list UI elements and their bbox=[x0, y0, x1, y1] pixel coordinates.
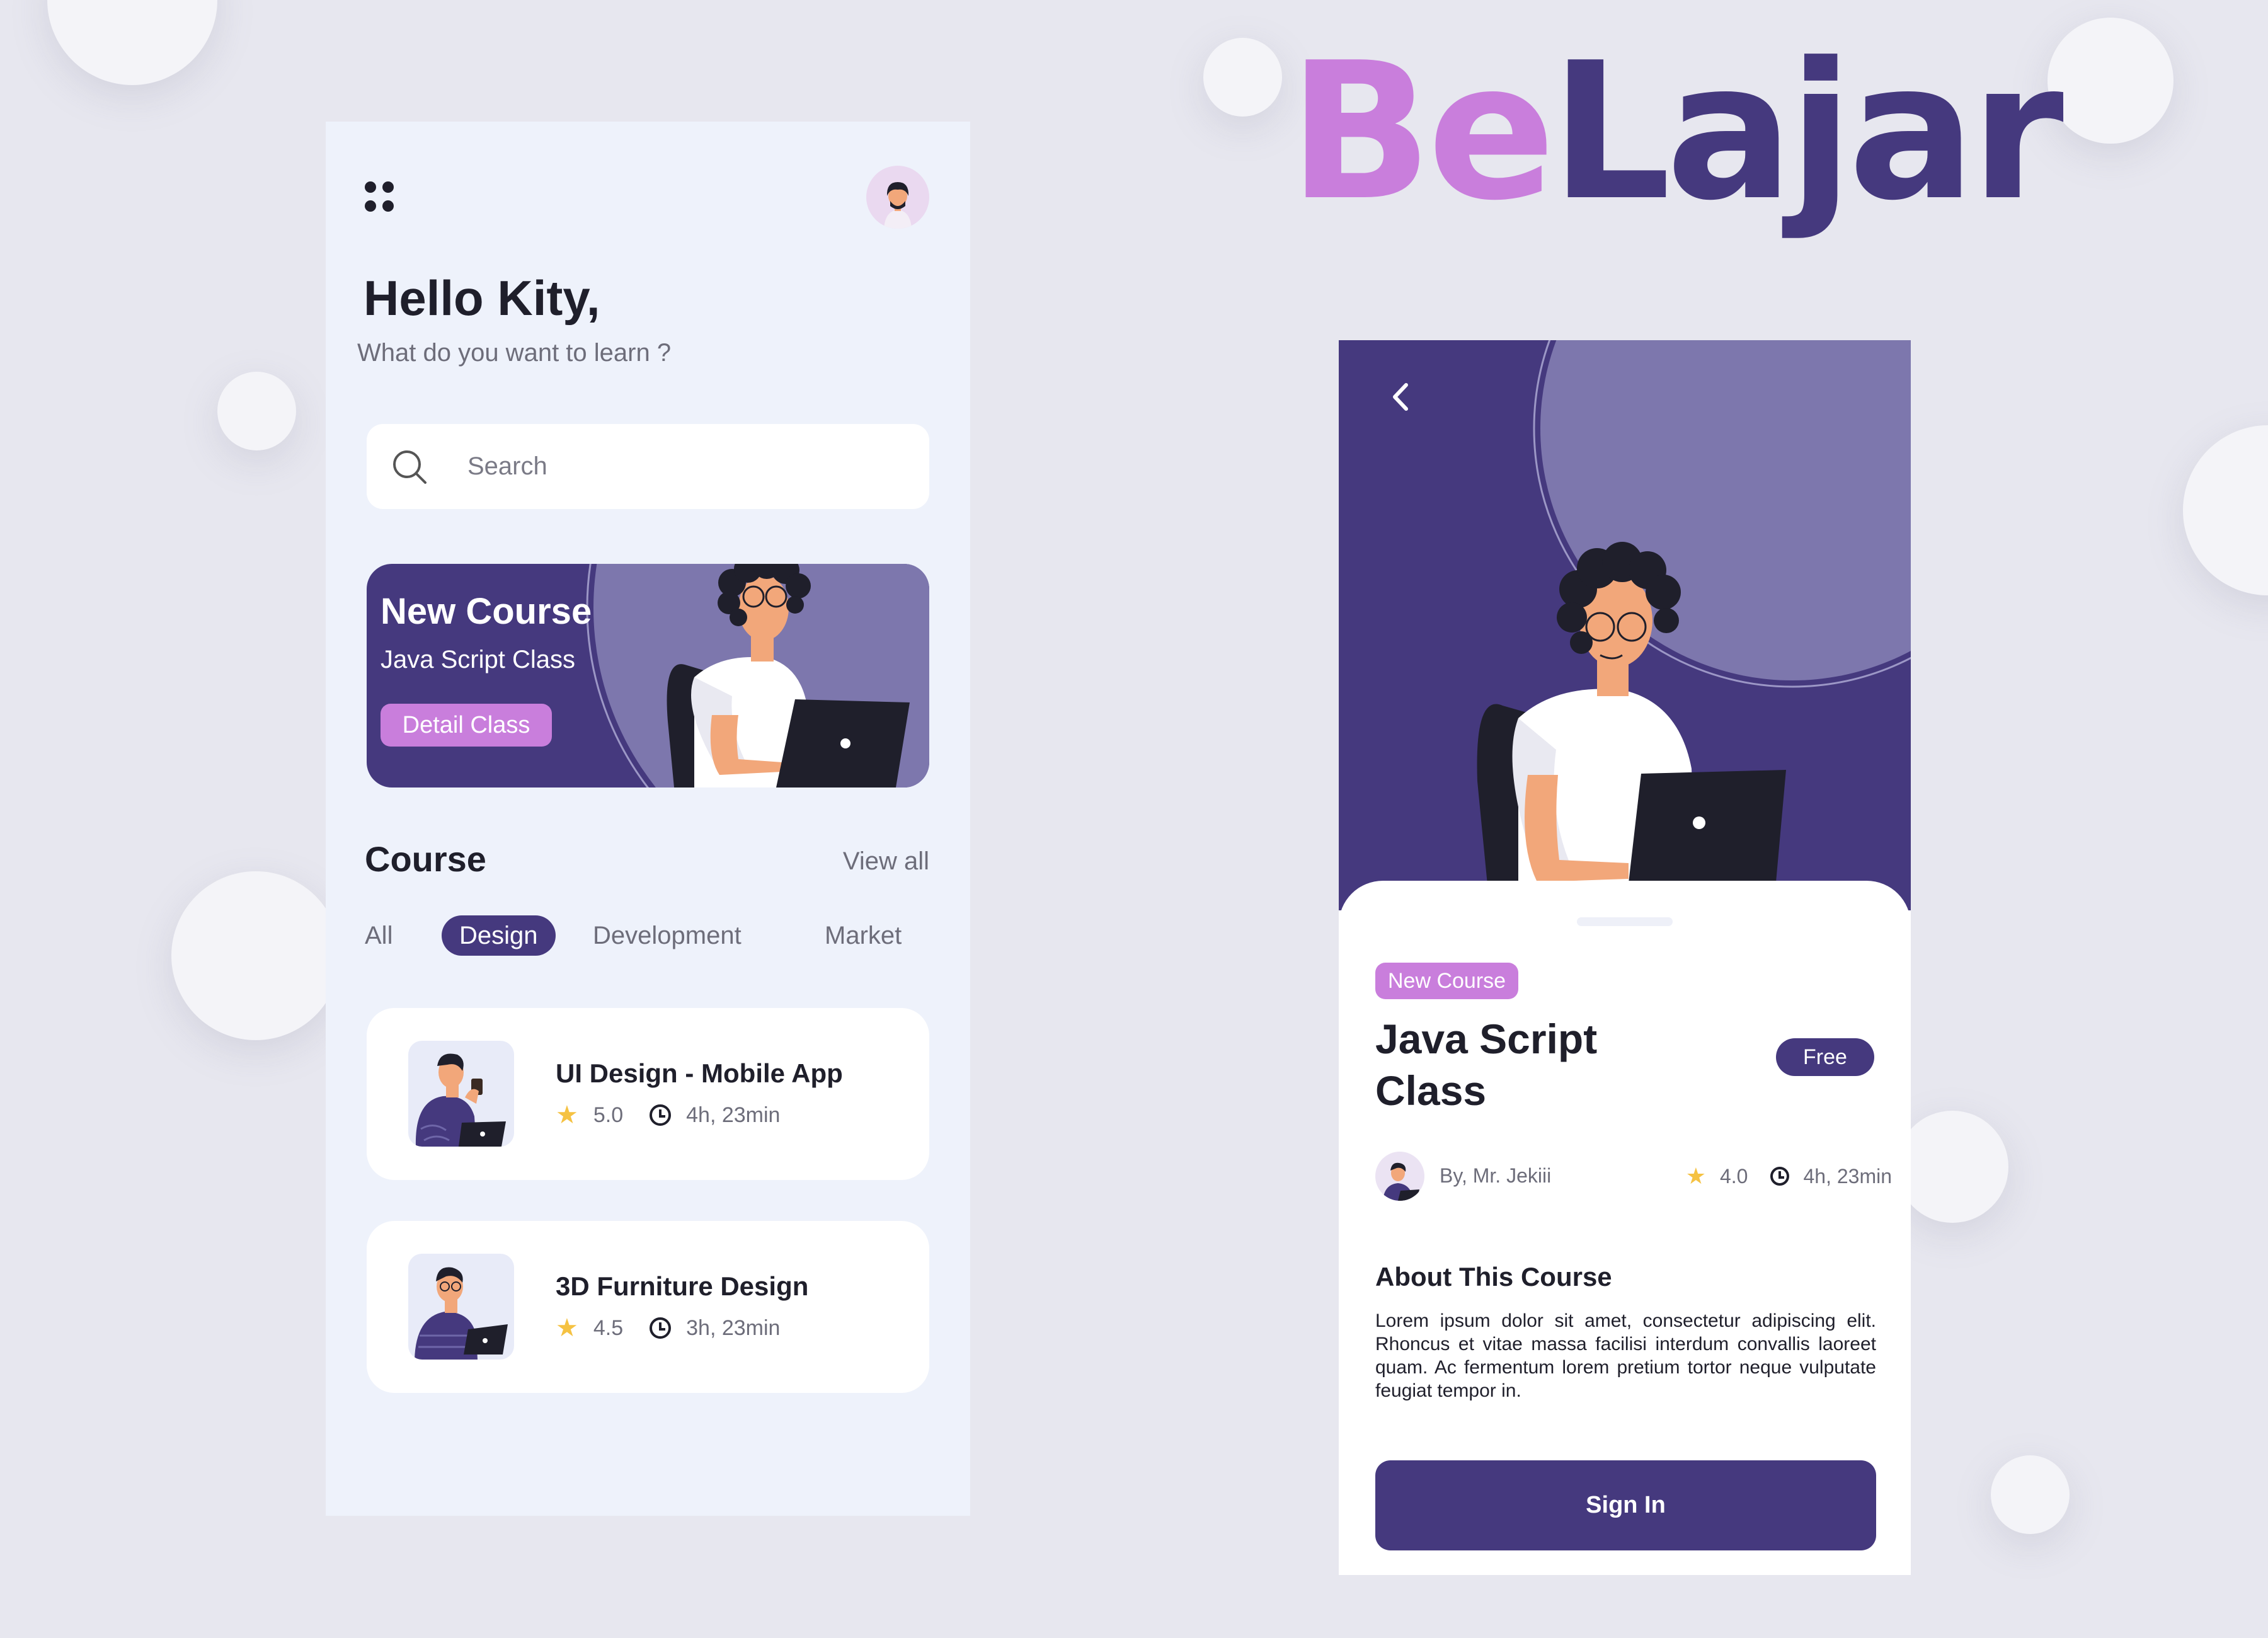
decorative-circle bbox=[2048, 18, 2174, 144]
decorative-circle bbox=[1991, 1455, 2070, 1534]
greeting-subtitle: What do you want to learn ? bbox=[357, 339, 672, 367]
new-course-banner[interactable]: New Course Java Script Class Detail Clas… bbox=[367, 564, 929, 788]
search-icon bbox=[393, 450, 427, 484]
about-course-text: Lorem ipsum dolor sit amet, consectetur … bbox=[1375, 1310, 1876, 1401]
about-course-title: About This Course bbox=[1375, 1262, 1612, 1292]
home-screen: Hello Kity, What do you want to learn ? bbox=[326, 122, 970, 1516]
decorative-circle bbox=[1896, 1111, 2008, 1223]
course-title: 3D Furniture Design bbox=[556, 1271, 809, 1301]
course-hero bbox=[1339, 340, 1911, 910]
greeting-title: Hello Kity, bbox=[364, 270, 600, 326]
tab-design[interactable]: Design bbox=[442, 915, 556, 956]
grid-dots-icon[interactable] bbox=[365, 181, 396, 213]
banner-subtitle: Java Script Class bbox=[381, 646, 575, 673]
course-rating: 4.5 bbox=[593, 1315, 624, 1340]
course-card[interactable]: UI Design - Mobile App ★ 5.0 4h, 23min bbox=[367, 1008, 929, 1180]
course-duration: 4h, 23min bbox=[686, 1102, 781, 1127]
course-thumbnail bbox=[408, 1254, 514, 1360]
course-title: Java Script Class bbox=[1375, 1016, 1598, 1114]
course-duration: 3h, 23min bbox=[686, 1315, 781, 1340]
star-icon: ★ bbox=[556, 1314, 578, 1342]
sign-in-button[interactable]: Sign In bbox=[1375, 1460, 1876, 1550]
decorative-circle bbox=[47, 0, 217, 85]
clock-icon bbox=[650, 1104, 672, 1126]
course-card[interactable]: 3D Furniture Design ★ 4.5 3h, 23min bbox=[367, 1221, 929, 1393]
course-meta: ★ 4.5 3h, 23min bbox=[556, 1314, 780, 1342]
course-detail-screen: New Course Java Script Class Free By, Mr… bbox=[1339, 340, 1911, 1575]
course-section-title: Course bbox=[365, 839, 486, 879]
decorative-circle bbox=[1203, 38, 1282, 117]
search-input[interactable] bbox=[467, 424, 896, 509]
course-rating: 4.0 bbox=[1719, 1164, 1748, 1188]
banner-title: New Course bbox=[381, 591, 592, 632]
search-bar[interactable] bbox=[367, 424, 929, 509]
sheet-handle[interactable] bbox=[1577, 917, 1673, 926]
decorative-circle bbox=[217, 372, 296, 450]
hero-illustration bbox=[1477, 340, 1911, 910]
course-rating: 5.0 bbox=[593, 1102, 624, 1127]
category-tabs: All Design Development Market bbox=[365, 915, 929, 956]
course-meta: ★ 5.0 4h, 23min bbox=[556, 1101, 780, 1129]
logo-part-lajar: Lajar bbox=[1550, 22, 2064, 242]
course-detail-sheet: New Course Java Script Class Free By, Mr… bbox=[1339, 881, 1911, 1575]
new-course-tag: New Course bbox=[1375, 963, 1519, 999]
star-icon: ★ bbox=[1685, 1163, 1706, 1189]
course-thumbnail bbox=[408, 1041, 514, 1147]
tab-development[interactable]: Development bbox=[593, 915, 742, 956]
decorative-circle bbox=[2183, 425, 2268, 595]
course-title: UI Design - Mobile App bbox=[556, 1058, 843, 1088]
tab-all[interactable]: All bbox=[365, 915, 392, 956]
star-icon: ★ bbox=[556, 1101, 578, 1129]
tab-market[interactable]: Market bbox=[825, 915, 902, 956]
author-avatar bbox=[1375, 1152, 1424, 1201]
clock-icon bbox=[1770, 1167, 1790, 1186]
logo-part-be: Be bbox=[1288, 22, 1555, 242]
course-meta: ★ 4.0 4h, 23min bbox=[1686, 1163, 1892, 1189]
price-badge: Free bbox=[1776, 1038, 1874, 1076]
decorative-circle bbox=[171, 871, 340, 1040]
avatar[interactable] bbox=[866, 166, 929, 229]
clock-icon bbox=[650, 1317, 672, 1339]
chevron-left-icon[interactable] bbox=[1380, 375, 1424, 419]
detail-class-button[interactable]: Detail Class bbox=[381, 704, 552, 747]
course-duration: 4h, 23min bbox=[1803, 1164, 1892, 1188]
brand-logo: BeLajar bbox=[1288, 38, 2064, 227]
view-all-link[interactable]: View all bbox=[843, 847, 929, 876]
author-name: By, Mr. Jekiii bbox=[1440, 1164, 1552, 1187]
author-row: By, Mr. Jekiii ★ 4.0 4h, 23min bbox=[1375, 1152, 1892, 1202]
